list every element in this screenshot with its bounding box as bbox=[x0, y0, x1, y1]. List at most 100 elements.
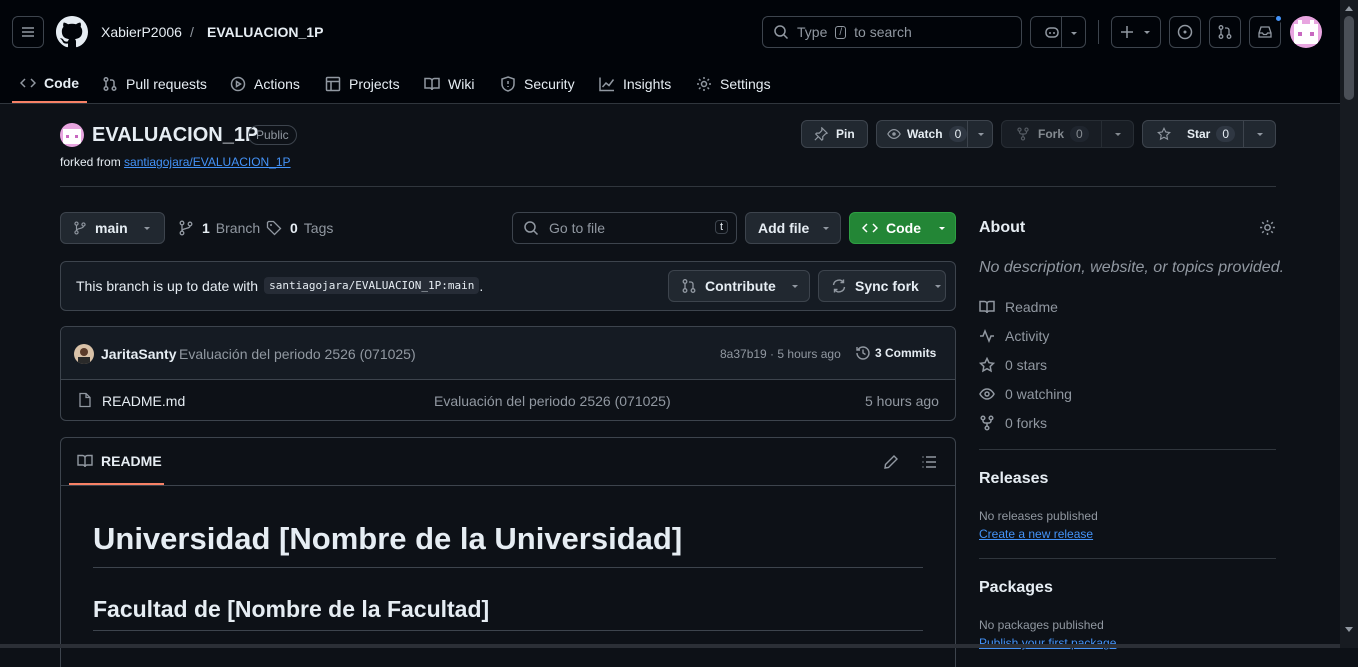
commits-count: 3 Commits bbox=[875, 346, 937, 360]
fork-label: Fork bbox=[1038, 127, 1065, 141]
star-count: 0 bbox=[1216, 126, 1236, 142]
tag-icon bbox=[266, 220, 282, 236]
tab-code[interactable]: Code bbox=[12, 64, 87, 103]
graph-icon bbox=[599, 77, 615, 91]
chevron-down-icon bbox=[143, 227, 150, 230]
table-icon bbox=[325, 76, 341, 91]
scrollbar-thumb[interactable] bbox=[1344, 16, 1354, 100]
tab-actions[interactable]: Actions bbox=[230, 64, 300, 103]
packages-title[interactable]: Packages bbox=[979, 579, 1053, 597]
chevron-down-icon bbox=[1257, 133, 1263, 136]
repo-title[interactable]: EVALUACION_1P bbox=[92, 124, 258, 147]
go-to-file-shortcut: t bbox=[714, 220, 728, 234]
tab-label: Settings bbox=[720, 75, 771, 92]
branches-link[interactable]: 1 Branch bbox=[178, 220, 260, 236]
branch-selector[interactable]: main bbox=[60, 212, 165, 244]
code-icon bbox=[20, 77, 36, 88]
copilot-button[interactable] bbox=[1030, 16, 1086, 48]
chevron-down-icon bbox=[978, 133, 984, 136]
about-stars-link[interactable]: 0 stars bbox=[979, 357, 1047, 373]
file-time: 5 hours ago bbox=[865, 393, 939, 409]
sync-period: . bbox=[479, 277, 484, 294]
file-icon bbox=[79, 392, 91, 408]
fork-button[interactable]: Fork 0 bbox=[1001, 120, 1134, 148]
tab-readme[interactable]: README bbox=[69, 438, 164, 485]
list-icon[interactable] bbox=[921, 454, 937, 470]
play-icon bbox=[230, 76, 246, 91]
tab-settings[interactable]: Settings bbox=[696, 64, 771, 103]
visibility-badge: Public bbox=[248, 125, 297, 145]
pin-button[interactable]: Pin bbox=[801, 120, 868, 148]
commit-author-avatar[interactable] bbox=[74, 344, 94, 364]
add-file-button[interactable]: Add file bbox=[745, 212, 841, 244]
pull-requests-button[interactable] bbox=[1209, 16, 1241, 48]
commit-message[interactable]: Evaluación del periodo 2526 (071025) bbox=[179, 346, 416, 362]
commit-author[interactable]: JaritaSanty bbox=[101, 346, 176, 362]
fork-count: 0 bbox=[1070, 126, 1089, 142]
packages-text: No packages published bbox=[979, 618, 1104, 632]
divider bbox=[60, 186, 1276, 187]
pulse-icon bbox=[980, 328, 994, 344]
tab-pull-requests[interactable]: Pull requests bbox=[102, 64, 207, 103]
go-to-file-input[interactable]: Go to file t bbox=[512, 212, 737, 244]
watch-label: Watch bbox=[907, 127, 943, 141]
hamburger-icon bbox=[22, 27, 34, 37]
file-name[interactable]: README.md bbox=[102, 393, 185, 409]
github-logo-icon[interactable] bbox=[56, 16, 88, 48]
about-stars-label: 0 stars bbox=[1005, 357, 1048, 373]
sync-text: This branch is up to date with bbox=[76, 277, 259, 294]
issues-button[interactable] bbox=[1169, 16, 1201, 48]
commit-hash-time[interactable]: 8a37b19 · 5 hours ago bbox=[720, 347, 841, 361]
code-button[interactable]: Code bbox=[849, 212, 956, 244]
repo-owner-avatar bbox=[60, 123, 84, 147]
forked-from-link[interactable]: santiagojara/EVALUACION_1P bbox=[124, 155, 291, 169]
search-text-before: Type bbox=[797, 24, 828, 40]
tab-security[interactable]: Security bbox=[500, 64, 575, 103]
star-label: Star bbox=[1187, 127, 1211, 141]
tab-label: Insights bbox=[623, 75, 672, 92]
sync-icon bbox=[832, 279, 846, 293]
breadcrumb-separator: / bbox=[190, 24, 194, 40]
scroll-up-icon[interactable] bbox=[1345, 5, 1353, 11]
watch-button[interactable]: Watch 0 bbox=[876, 120, 993, 148]
menu-button[interactable] bbox=[12, 16, 44, 48]
about-readme-link[interactable]: Readme bbox=[979, 299, 1058, 315]
avatar[interactable] bbox=[1290, 16, 1322, 48]
about-activity-link[interactable]: Activity bbox=[979, 328, 1049, 344]
about-watching-link[interactable]: 0 watching bbox=[979, 386, 1072, 402]
repo-breadcrumb-link[interactable]: EVALUACION_1P bbox=[207, 24, 323, 40]
tab-insights[interactable]: Insights bbox=[599, 64, 671, 103]
pencil-icon[interactable] bbox=[883, 454, 899, 470]
readme-heading-1: Universidad [Nombre de la Universidad] bbox=[93, 521, 683, 556]
add-file-label: Add file bbox=[758, 220, 810, 236]
sync-fork-button[interactable]: Sync fork bbox=[818, 270, 946, 302]
about-forks-link[interactable]: 0 forks bbox=[979, 415, 1047, 431]
search-input[interactable]: Type / to search bbox=[762, 16, 1022, 48]
search-icon bbox=[524, 221, 539, 236]
star-icon bbox=[1157, 127, 1171, 141]
scrollbar[interactable] bbox=[1340, 0, 1358, 648]
go-to-file-placeholder: Go to file bbox=[549, 220, 606, 236]
upstream-ref[interactable]: santiagojara/EVALUACION_1P:main bbox=[264, 277, 480, 294]
about-title: About bbox=[979, 219, 1026, 236]
tab-projects[interactable]: Projects bbox=[325, 64, 400, 103]
owner-link[interactable]: XabierP2006 bbox=[101, 24, 182, 40]
file-commit-message[interactable]: Evaluación del periodo 2526 (071025) bbox=[434, 393, 671, 409]
star-button[interactable]: Star 0 bbox=[1142, 120, 1276, 148]
gear-icon[interactable] bbox=[1259, 219, 1276, 236]
contribute-button[interactable]: Contribute bbox=[668, 270, 810, 302]
releases-text: No releases published bbox=[979, 509, 1098, 523]
notification-dot bbox=[1274, 14, 1283, 23]
branches-label: Branch bbox=[215, 220, 261, 236]
about-readme-label: Readme bbox=[1005, 299, 1058, 315]
copilot-icon bbox=[1045, 27, 1059, 38]
tab-wiki[interactable]: Wiki bbox=[424, 64, 474, 103]
about-watching-label: 0 watching bbox=[1005, 386, 1072, 402]
scroll-down-icon[interactable] bbox=[1345, 627, 1353, 633]
tags-link[interactable]: 0 Tags bbox=[266, 220, 333, 236]
create-new-button[interactable] bbox=[1111, 16, 1161, 48]
commits-link[interactable]: 3 Commits bbox=[855, 345, 936, 361]
tab-label: Security bbox=[524, 75, 575, 92]
releases-title[interactable]: Releases bbox=[979, 470, 1048, 488]
create-release-link[interactable]: Create a new release bbox=[979, 527, 1093, 541]
